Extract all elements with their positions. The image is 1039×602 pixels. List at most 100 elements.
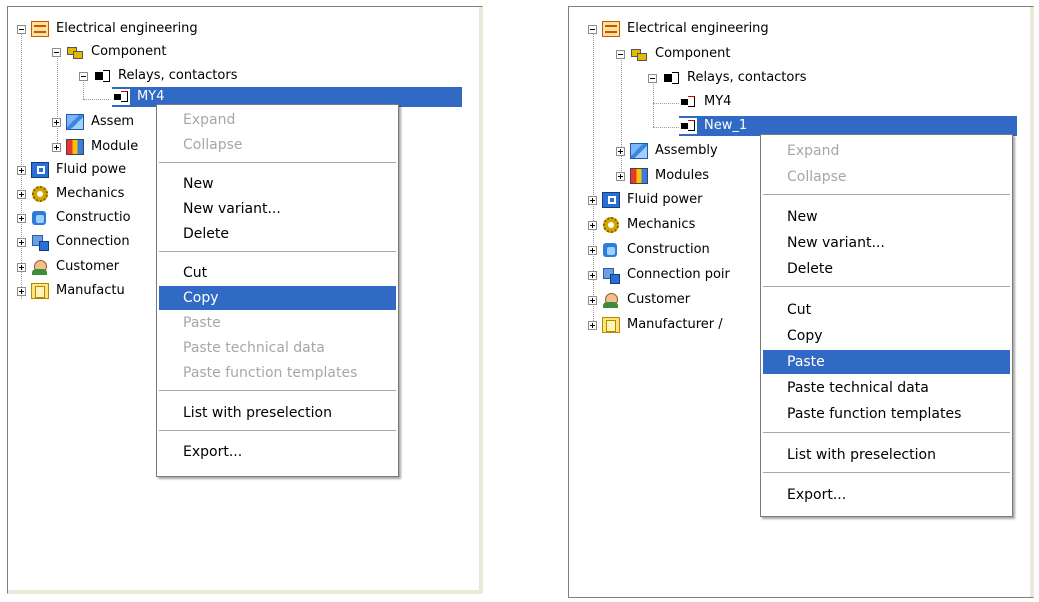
tree-node-customer[interactable]: Customer: [588, 290, 692, 310]
tree-node-label: Assembly: [655, 143, 718, 158]
menu-item-paste-function-templates[interactable]: Paste function templates: [159, 361, 396, 385]
tree-node-label: New_1: [702, 117, 750, 135]
tree-node-label: Component: [91, 44, 167, 59]
collapse-toggle-icon[interactable]: [588, 24, 597, 34]
menu-item-copy[interactable]: Copy: [763, 324, 1010, 348]
menu-item-new-variant[interactable]: New variant...: [763, 231, 1010, 255]
connection-points-icon: [31, 234, 49, 251]
menu-item-delete[interactable]: Delete: [159, 222, 396, 246]
tree-node-label: Modules: [655, 168, 710, 183]
customer-icon: [602, 292, 620, 308]
tree-node-label: Connection poir: [627, 267, 730, 282]
tree-node-label: Customer: [627, 292, 691, 307]
assembly-icon: [66, 114, 84, 130]
menu-item-new[interactable]: New: [159, 172, 396, 196]
tree-node-mechanics[interactable]: Mechanics: [588, 215, 697, 235]
tree-node-label: Assem: [91, 114, 135, 129]
tree-node-manufacturer[interactable]: Manufactu: [17, 281, 127, 301]
customer-icon: [31, 259, 49, 275]
expand-toggle-icon[interactable]: [17, 213, 26, 223]
menu-item-paste-technical-data[interactable]: Paste technical data: [763, 376, 1010, 400]
expand-toggle-icon[interactable]: [17, 237, 26, 247]
menu-item-list-with-preselection[interactable]: List with preselection: [159, 401, 396, 425]
expand-toggle-icon[interactable]: [52, 142, 61, 152]
tree-line: [653, 103, 679, 104]
construction-icon: [602, 242, 620, 258]
modules-icon: [66, 139, 84, 155]
expand-toggle-icon[interactable]: [17, 262, 26, 272]
expand-toggle-icon[interactable]: [52, 117, 61, 127]
expand-toggle-icon[interactable]: [588, 195, 597, 205]
collapse-toggle-icon[interactable]: [52, 47, 61, 57]
menu-item-copy[interactable]: Copy: [159, 286, 396, 310]
tree-node-label: Component: [655, 46, 731, 61]
menu-separator: [763, 432, 1010, 433]
tree-node-electrical-engineering[interactable]: Electrical engineering: [17, 19, 200, 39]
relay-icon: [662, 70, 680, 86]
tree-node-modules[interactable]: Modules: [616, 166, 711, 186]
expand-toggle-icon[interactable]: [17, 189, 26, 199]
menu-item-list-with-preselection[interactable]: List with preselection: [763, 443, 1010, 467]
tree-node-label: Manufactu: [56, 283, 125, 298]
tree-node-label: Constructio: [56, 210, 131, 225]
tree-node-label: Mechanics: [56, 186, 125, 201]
expand-toggle-icon[interactable]: [588, 220, 597, 230]
tree-node-manufacturer[interactable]: Manufacturer /: [588, 315, 725, 335]
tree-node-label: Manufacturer /: [627, 317, 723, 332]
tree-node-modules[interactable]: Module: [52, 137, 140, 157]
collapse-toggle-icon[interactable]: [648, 73, 657, 83]
tree-node-relays-contactors[interactable]: Relays, contactors: [79, 66, 239, 86]
tree-node-fluid-power[interactable]: Fluid power: [588, 190, 705, 210]
tree-node-connection-points[interactable]: Connection poir: [588, 265, 732, 285]
tree-node-new-1[interactable]: New_1: [679, 116, 1017, 136]
menu-item-paste[interactable]: Paste: [159, 311, 396, 335]
menu-item-collapse[interactable]: Collapse: [159, 133, 396, 157]
expand-toggle-icon[interactable]: [616, 146, 625, 156]
tree-node-relays-contactors[interactable]: Relays, contactors: [648, 68, 808, 88]
expand-toggle-icon[interactable]: [17, 165, 26, 175]
tree-node-component[interactable]: Component: [52, 42, 168, 62]
electrical-engineering-icon: [602, 21, 620, 37]
tree-node-mechanics[interactable]: Mechanics: [17, 184, 126, 204]
menu-item-collapse[interactable]: Collapse: [763, 165, 1010, 189]
menu-item-new-variant[interactable]: New variant...: [159, 197, 396, 221]
menu-item-paste-function-templates[interactable]: Paste function templates: [763, 402, 1010, 426]
menu-item-export[interactable]: Export...: [763, 483, 1010, 507]
tree-node-assembly[interactable]: Assem: [52, 112, 136, 132]
tree-node-component[interactable]: Component: [616, 44, 732, 64]
tree-panel-left[interactable]: Electrical engineering Component Relays,…: [7, 6, 483, 594]
menu-item-expand[interactable]: Expand: [763, 139, 1010, 163]
tree-node-assembly[interactable]: Assembly: [616, 141, 720, 161]
tree-node-electrical-engineering[interactable]: Electrical engineering: [588, 19, 771, 39]
menu-separator: [159, 251, 396, 252]
menu-item-cut[interactable]: Cut: [763, 298, 1010, 322]
menu-item-export[interactable]: Export...: [159, 440, 396, 464]
tree-node-label: Relays, contactors: [687, 70, 807, 85]
menu-item-delete[interactable]: Delete: [763, 257, 1010, 281]
menu-separator: [159, 162, 396, 163]
menu-item-cut[interactable]: Cut: [159, 261, 396, 285]
tree-node-my4[interactable]: MY4: [679, 92, 733, 112]
expand-toggle-icon[interactable]: [588, 295, 597, 305]
tree-node-construction[interactable]: Constructio: [17, 208, 133, 228]
construction-icon: [31, 210, 49, 226]
collapse-toggle-icon[interactable]: [79, 71, 88, 81]
expand-toggle-icon[interactable]: [17, 286, 26, 296]
collapse-toggle-icon[interactable]: [17, 24, 26, 34]
menu-item-new[interactable]: New: [763, 205, 1010, 229]
tree-node-customer[interactable]: Customer: [17, 257, 121, 277]
collapse-toggle-icon[interactable]: [616, 49, 625, 59]
expand-toggle-icon[interactable]: [588, 245, 597, 255]
tree-panel-right[interactable]: Electrical engineering Component Relays,…: [568, 6, 1034, 598]
menu-item-paste[interactable]: Paste: [763, 350, 1010, 374]
tree-node-fluid-power[interactable]: Fluid powe: [17, 160, 128, 180]
expand-toggle-icon[interactable]: [588, 270, 597, 280]
tree-node-label: Module: [91, 139, 139, 154]
expand-toggle-icon[interactable]: [616, 171, 625, 181]
tree-node-construction[interactable]: Construction: [588, 240, 712, 260]
menu-item-paste-technical-data[interactable]: Paste technical data: [159, 336, 396, 360]
menu-item-expand[interactable]: Expand: [159, 108, 396, 132]
expand-toggle-icon[interactable]: [588, 320, 597, 330]
tree-node-connection-points[interactable]: Connection: [17, 232, 132, 252]
modules-icon: [630, 168, 648, 184]
